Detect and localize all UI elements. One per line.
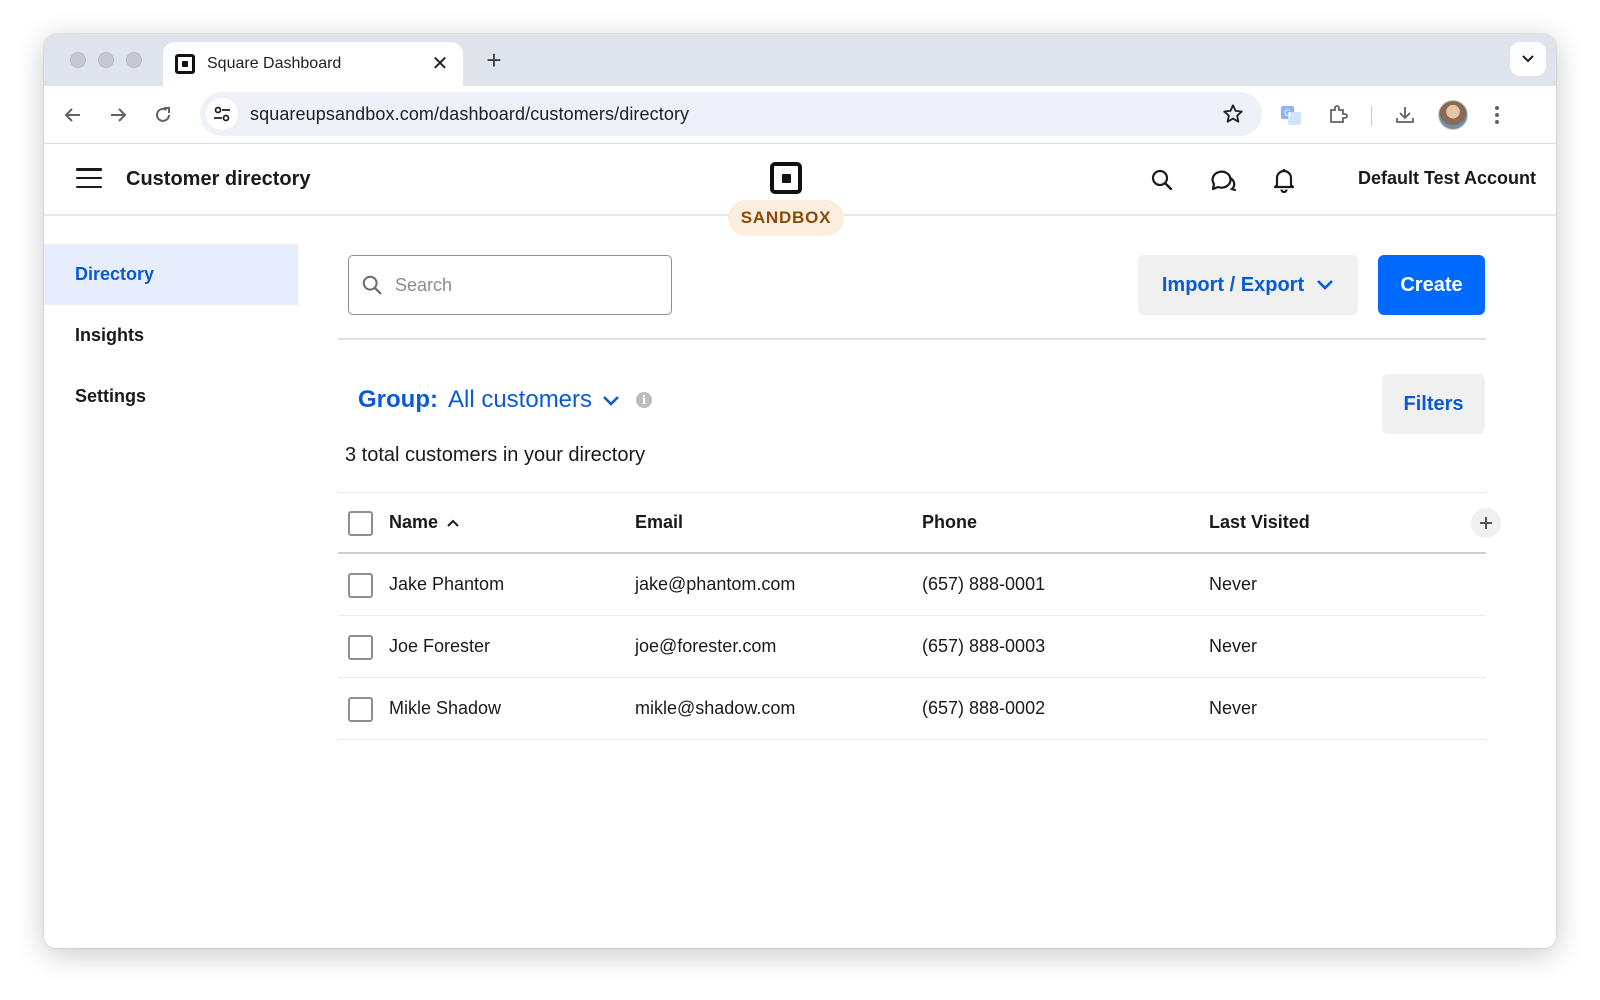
customer-email: jake@phantom.com	[635, 574, 796, 594]
create-button[interactable]: Create	[1378, 255, 1485, 315]
import-export-button[interactable]: Import / Export	[1138, 255, 1358, 315]
table-row[interactable]: Joe Forester joe@forester.com (657) 888-…	[338, 616, 1486, 678]
bell-icon[interactable]	[1268, 164, 1300, 196]
sidebar-item-settings[interactable]: Settings	[44, 366, 298, 427]
download-icon[interactable]	[1390, 100, 1420, 130]
filters-button[interactable]: Filters	[1382, 374, 1485, 434]
maximize-window-button[interactable]	[126, 52, 142, 68]
address-bar[interactable]: squareupsandbox.com/dashboard/customers/…	[200, 92, 1262, 136]
back-icon	[64, 108, 80, 122]
url-text: squareupsandbox.com/dashboard/customers/…	[250, 103, 690, 124]
sidebar: Directory Insights Settings	[44, 244, 298, 427]
toolbar-separator	[1371, 106, 1372, 126]
tab-strip: Square Dashboard ✕ +	[44, 34, 1556, 86]
customer-name[interactable]: Mikle Shadow	[389, 678, 501, 739]
total-customers-text: 3 total customers in your directory	[345, 444, 646, 466]
select-all-checkbox[interactable]	[348, 510, 373, 536]
add-column-icon[interactable]	[1471, 507, 1501, 538]
group-label: Group:	[358, 386, 438, 413]
group-value: All customers	[447, 386, 593, 413]
reload-icon	[156, 107, 170, 122]
browser-toolbar: squareupsandbox.com/dashboard/customers/…	[44, 86, 1556, 144]
customer-phone: (657) 888-0001	[922, 574, 1046, 594]
column-header-name[interactable]: Name	[389, 493, 460, 552]
column-label: Name	[389, 512, 439, 532]
search-icon	[362, 275, 382, 295]
customer-email: joe@forester.com	[635, 636, 777, 656]
import-export-label: Import / Export	[1161, 273, 1305, 296]
square-logo[interactable]	[770, 162, 802, 194]
back-button[interactable]	[60, 102, 86, 128]
sidebar-item-directory[interactable]: Directory	[44, 244, 298, 305]
forward-button[interactable]	[105, 102, 131, 128]
extensions-icon[interactable]	[1323, 100, 1353, 130]
browser-tab[interactable]: Square Dashboard ✕	[163, 42, 463, 86]
forward-icon	[111, 108, 127, 122]
customer-last-visited: Never	[1209, 698, 1258, 718]
column-header-phone[interactable]: Phone	[922, 493, 977, 552]
search-icon[interactable]	[1146, 164, 1178, 196]
row-checkbox[interactable]	[348, 634, 373, 660]
customer-name[interactable]: Joe Forester	[389, 616, 490, 677]
window-controls	[70, 52, 142, 68]
chat-icon[interactable]	[1207, 164, 1239, 196]
more-icon[interactable]	[1482, 100, 1512, 130]
page-title: Customer directory	[126, 168, 311, 190]
minimize-window-button[interactable]	[98, 52, 114, 68]
chevron-down-icon	[1522, 55, 1534, 63]
account-name[interactable]: Default Test Account	[1358, 168, 1536, 189]
menu-icon[interactable]	[76, 168, 102, 188]
customer-email: mikle@shadow.com	[635, 698, 796, 718]
search-input[interactable]: Search	[348, 255, 672, 315]
sort-ascending-icon	[446, 518, 460, 528]
site-info-icon[interactable]	[206, 98, 238, 130]
svg-text:G: G	[1284, 109, 1291, 119]
search-placeholder: Search	[395, 274, 453, 295]
customer-phone: (657) 888-0003	[922, 636, 1046, 656]
row-checkbox[interactable]	[348, 696, 373, 722]
profile-avatar[interactable]	[1438, 100, 1468, 130]
reload-button[interactable]	[150, 102, 176, 128]
bookmark-star-icon[interactable]	[1220, 101, 1246, 127]
info-icon[interactable]: i	[636, 392, 653, 408]
translate-icon[interactable]: G	[1276, 100, 1306, 130]
divider	[338, 338, 1486, 340]
customer-table: Name Email Phone Last Visited Jake Phant…	[338, 492, 1501, 740]
sandbox-badge: SANDBOX	[728, 200, 844, 236]
customer-name[interactable]: Jake Phantom	[389, 554, 504, 615]
row-checkbox[interactable]	[348, 572, 373, 598]
column-header-last-visited[interactable]: Last Visited	[1209, 493, 1310, 552]
sidebar-item-insights[interactable]: Insights	[44, 305, 298, 366]
tab-title: Square Dashboard	[207, 55, 342, 72]
chevron-down-icon	[1317, 280, 1334, 290]
column-header-email[interactable]: Email	[635, 493, 683, 552]
group-selector[interactable]: Group: All customers i	[358, 386, 653, 414]
close-window-button[interactable]	[70, 52, 86, 68]
browser-window: Square Dashboard ✕ + squareupsandbox.com…	[44, 34, 1556, 948]
customer-phone: (657) 888-0002	[922, 698, 1046, 718]
table-row[interactable]: Mikle Shadow mikle@shadow.com (657) 888-…	[338, 678, 1486, 740]
app-header: Customer directory SANDBOX Default Test …	[44, 144, 1556, 236]
table-header: Name Email Phone Last Visited	[338, 492, 1501, 554]
tab-search-button[interactable]	[1510, 42, 1546, 76]
customer-last-visited: Never	[1209, 574, 1258, 594]
table-row[interactable]: Jake Phantom jake@phantom.com (657) 888-…	[338, 554, 1486, 616]
chevron-down-icon	[602, 395, 620, 407]
new-tab-button[interactable]: +	[480, 46, 508, 74]
customer-last-visited: Never	[1209, 636, 1258, 656]
square-favicon-icon	[175, 54, 195, 74]
tab-close-icon[interactable]: ✕	[429, 54, 451, 74]
